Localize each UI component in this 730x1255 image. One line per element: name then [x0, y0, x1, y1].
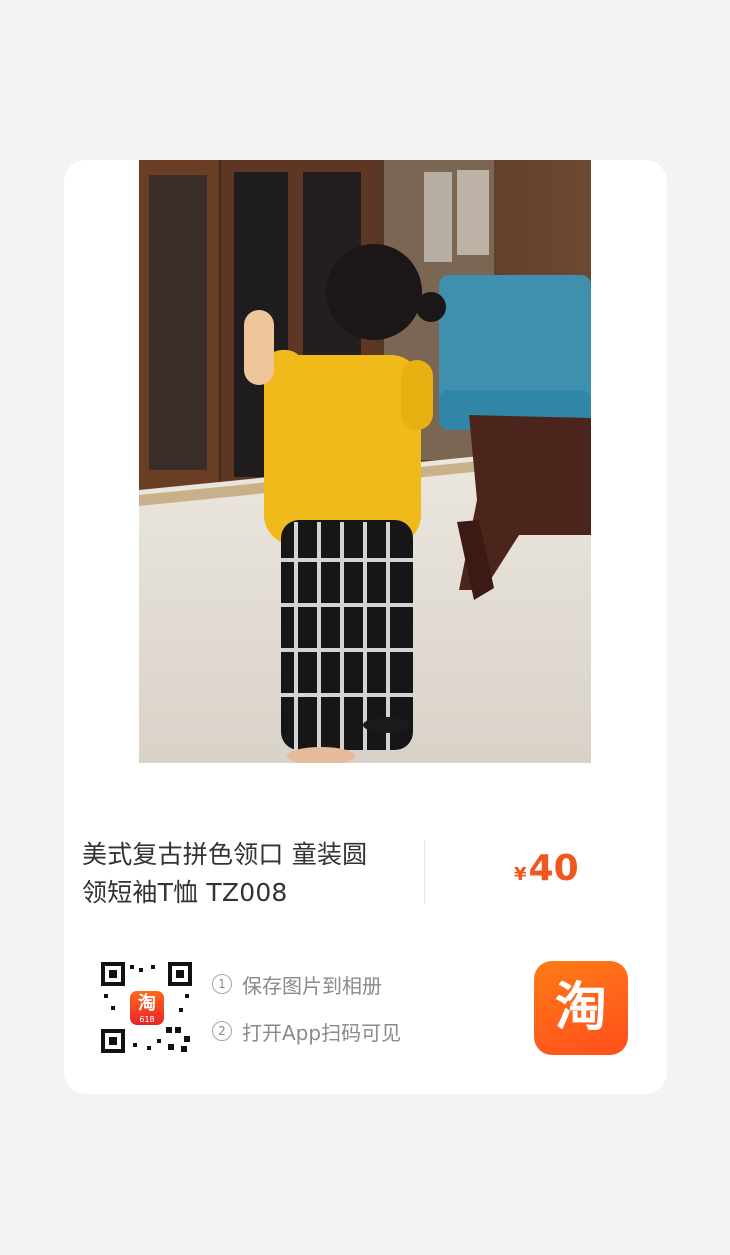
taobao-app-icon[interactable]: 淘	[534, 961, 628, 1055]
instruction-text-2: 打开App扫码可见	[242, 1020, 402, 1045]
taobao-618-logo-icon: 淘 618	[130, 991, 164, 1025]
product-title-line-1: 美式复古拼色领口 童装圆	[82, 840, 368, 869]
instruction-step-2: 2 打开App扫码可见	[212, 1015, 401, 1047]
event-badge: 618	[139, 1015, 155, 1024]
product-title-line-2: 领短袖T恤 TZ008	[82, 878, 288, 907]
product-photo[interactable]	[139, 160, 591, 763]
product-title: 美式复古拼色领口 童装圆 领短袖T恤 TZ008	[82, 836, 404, 912]
product-info-row: 美式复古拼色领口 童装圆 领短袖T恤 TZ008 ¥40	[82, 834, 602, 924]
title-price-divider	[424, 840, 425, 904]
qr-code[interactable]: 淘 618	[99, 960, 194, 1055]
instruction-text-1: 保存图片到相册	[242, 973, 382, 998]
circled-number-2: 2	[212, 1021, 232, 1041]
circled-number-1: 1	[212, 974, 232, 994]
product-price: ¥40	[514, 848, 579, 889]
instruction-step-1: 1 保存图片到相册	[212, 968, 382, 1000]
price-amount: 40	[528, 848, 579, 889]
currency-symbol: ¥	[514, 864, 527, 885]
